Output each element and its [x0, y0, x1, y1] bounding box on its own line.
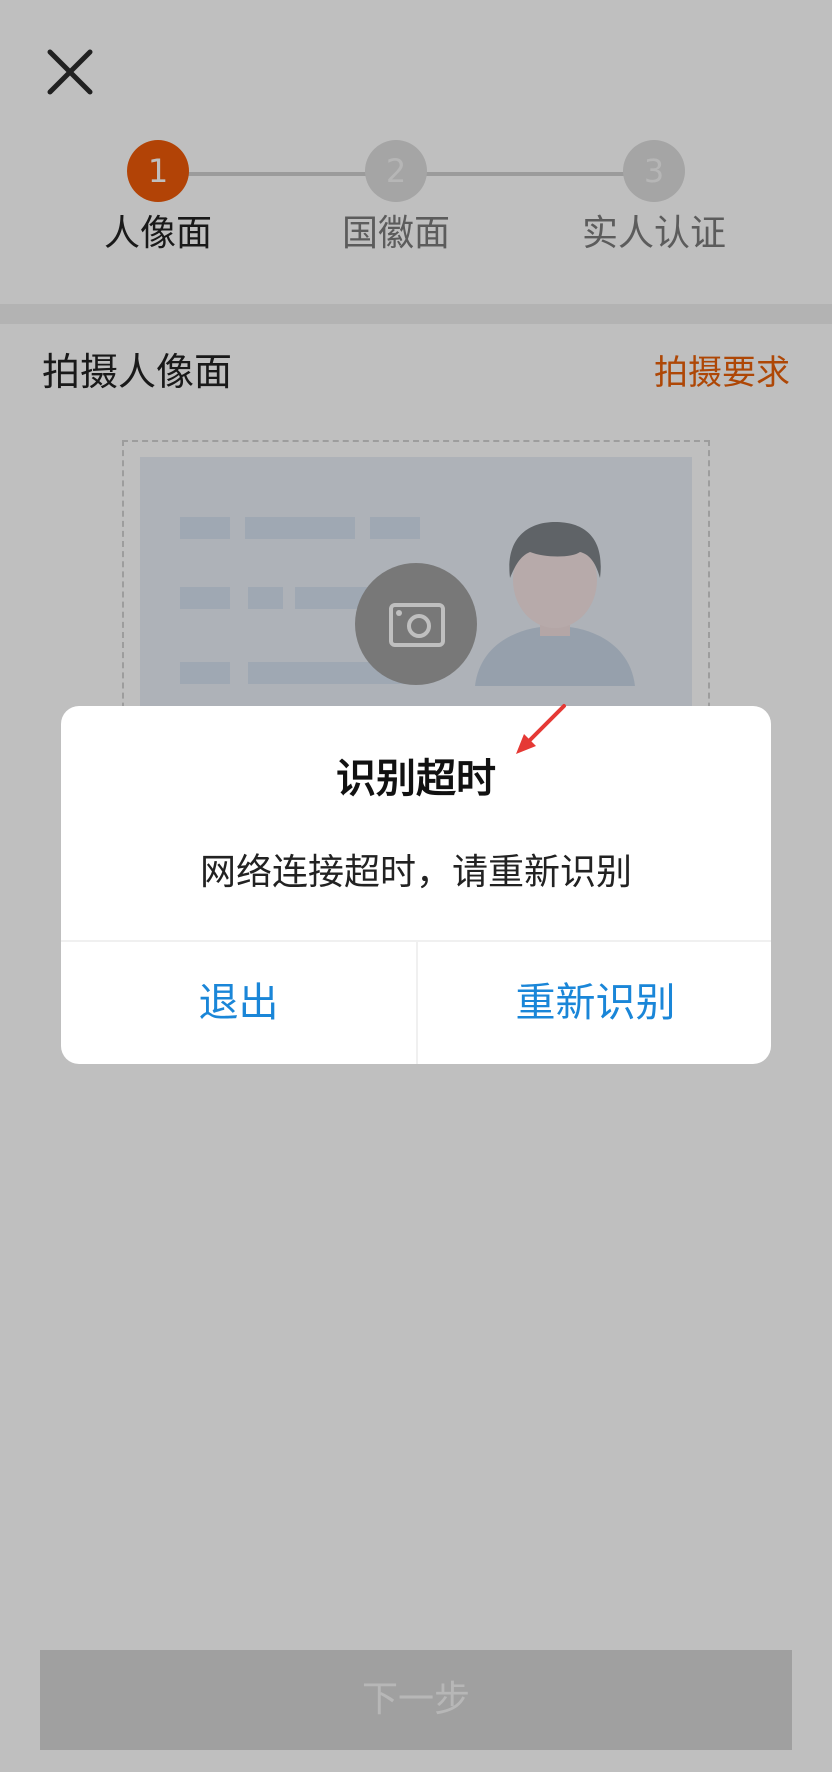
id-capture-page: 1 人像面 2 国徽面 3 实人认证 拍摄人像面 拍摄要求 下一步 识别超时 网… — [0, 0, 832, 1772]
exit-button[interactable]: 退出 — [61, 942, 416, 1064]
annotation-arrow-icon — [516, 704, 566, 754]
timeout-dialog: 识别超时 网络连接超时，请重新识别 退出 重新识别 — [61, 706, 771, 1064]
retry-button[interactable]: 重新识别 — [418, 942, 771, 1064]
dialog-message: 网络连接超时，请重新识别 — [199, 852, 632, 893]
dialog-title: 识别超时 — [336, 756, 496, 802]
